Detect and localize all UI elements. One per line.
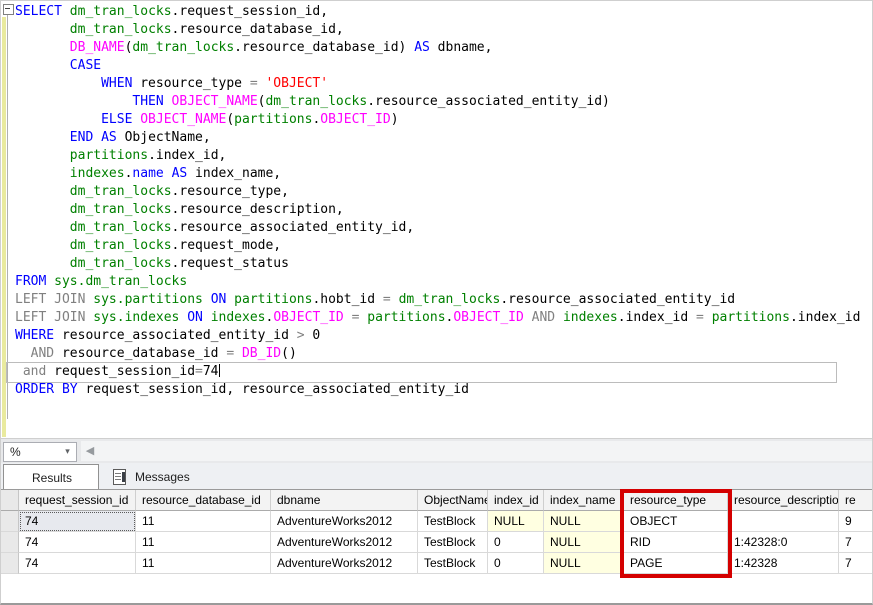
code-line: AND resource_database_id = DB_ID() bbox=[15, 345, 860, 363]
code-line: dm_tran_locks.request_mode, bbox=[15, 237, 860, 255]
code-line: END AS ObjectName, bbox=[15, 129, 860, 147]
grid-cell[interactable]: AdventureWorks2012 bbox=[271, 553, 418, 574]
code-line: ORDER BY request_session_id, resource_as… bbox=[15, 381, 860, 399]
grid-cell[interactable]: PAGE bbox=[624, 553, 728, 574]
grid-cell[interactable]: 11 bbox=[136, 532, 271, 553]
chevron-down-icon[interactable]: ▾ bbox=[61, 444, 74, 458]
grid-column-header[interactable] bbox=[1, 490, 19, 511]
tab-messages[interactable]: Messages bbox=[101, 464, 221, 489]
code-line: and request_session_id=74 bbox=[15, 363, 860, 381]
grid-cell[interactable]: TestBlock bbox=[418, 532, 488, 553]
code-line: dm_tran_locks.resource_type, bbox=[15, 183, 860, 201]
grid-row: 7411AdventureWorks2012TestBlockNULLNULLO… bbox=[1, 511, 873, 532]
code-line: ELSE OBJECT_NAME(partitions.OBJECT_ID) bbox=[15, 111, 860, 129]
code-line: dm_tran_locks.resource_database_id, bbox=[15, 21, 860, 39]
grid-column-header[interactable]: resource_type bbox=[624, 490, 728, 511]
scroll-left-icon[interactable]: ◀ bbox=[83, 443, 97, 459]
row-selector[interactable] bbox=[1, 532, 19, 553]
results-tab-bar: Results Messages bbox=[1, 463, 873, 489]
grid-cell[interactable]: 7 bbox=[839, 532, 873, 553]
code-line: FROM sys.dm_tran_locks bbox=[15, 273, 860, 291]
code-line: WHERE resource_associated_entity_id > 0 bbox=[15, 327, 860, 345]
grid-cell[interactable]: TestBlock bbox=[418, 511, 488, 532]
text-caret bbox=[219, 364, 220, 377]
grid-cell[interactable]: 9 bbox=[839, 511, 873, 532]
grid-cell[interactable]: NULL bbox=[544, 553, 624, 574]
grid-cell[interactable]: OBJECT bbox=[624, 511, 728, 532]
grid-cell[interactable]: AdventureWorks2012 bbox=[271, 532, 418, 553]
grid-column-header[interactable]: index_id bbox=[488, 490, 544, 511]
grid-header-row: request_session_idresource_database_iddb… bbox=[1, 490, 873, 511]
change-tracking-margin bbox=[2, 17, 6, 437]
row-selector[interactable] bbox=[1, 553, 19, 574]
grid-cell[interactable]: NULL bbox=[488, 511, 544, 532]
ssms-query-window: SELECT dm_tran_locks.request_session_id,… bbox=[0, 0, 873, 605]
grid-cell[interactable]: 74 bbox=[19, 532, 136, 553]
grid-column-header[interactable]: resource_database_id bbox=[136, 490, 271, 511]
code-line: LEFT JOIN sys.indexes ON indexes.OBJECT_… bbox=[15, 309, 860, 327]
grid-cell[interactable]: 74 bbox=[19, 553, 136, 574]
grid-cell[interactable]: NULL bbox=[544, 532, 624, 553]
results-grid: request_session_idresource_database_iddb… bbox=[1, 489, 873, 605]
code-line: DB_NAME(dm_tran_locks.resource_database_… bbox=[15, 39, 860, 57]
tab-results[interactable]: Results bbox=[3, 464, 99, 489]
row-selector[interactable] bbox=[1, 511, 19, 532]
grid-cell[interactable]: 1:42328:0 bbox=[728, 532, 839, 553]
code-line: dm_tran_locks.request_status bbox=[15, 255, 860, 273]
grid-cell[interactable]: 11 bbox=[136, 511, 271, 532]
editor-zoom-select[interactable]: % ▾ bbox=[3, 442, 77, 462]
code-line: SELECT dm_tran_locks.request_session_id, bbox=[15, 3, 860, 21]
messages-icon bbox=[113, 469, 126, 485]
editor-status-row: % ▾ ◀ bbox=[1, 438, 873, 464]
grid-cell[interactable]: TestBlock bbox=[418, 553, 488, 574]
code-line: dm_tran_locks.resource_associated_entity… bbox=[15, 219, 860, 237]
fold-guide-line bbox=[7, 15, 8, 419]
grid-cell[interactable]: 11 bbox=[136, 553, 271, 574]
grid-column-header[interactable]: resource_description bbox=[728, 490, 839, 511]
sql-code: SELECT dm_tran_locks.request_session_id,… bbox=[15, 3, 860, 399]
grid-cell[interactable]: RID bbox=[624, 532, 728, 553]
code-line: partitions.index_id, bbox=[15, 147, 860, 165]
grid-cell[interactable]: AdventureWorks2012 bbox=[271, 511, 418, 532]
grid-cell[interactable] bbox=[728, 511, 839, 532]
grid-column-header[interactable]: request_session_id bbox=[19, 490, 136, 511]
code-line: WHEN resource_type = 'OBJECT' bbox=[15, 75, 860, 93]
grid-column-header[interactable]: re bbox=[839, 490, 873, 511]
grid-column-header[interactable]: ObjectName bbox=[418, 490, 488, 511]
code-line: LEFT JOIN sys.partitions ON partitions.h… bbox=[15, 291, 860, 309]
code-line: CASE bbox=[15, 57, 860, 75]
grid-row: 7411AdventureWorks2012TestBlock0NULLRID1… bbox=[1, 532, 873, 553]
code-line: indexes.name AS index_name, bbox=[15, 165, 860, 183]
code-line: dm_tran_locks.resource_description, bbox=[15, 201, 860, 219]
grid-column-header[interactable]: dbname bbox=[271, 490, 418, 511]
horizontal-scrollbar[interactable]: ◀ bbox=[81, 441, 873, 461]
collapse-region-icon[interactable] bbox=[3, 4, 14, 15]
grid-cell[interactable]: NULL bbox=[544, 511, 624, 532]
grid-cell[interactable]: 7 bbox=[839, 553, 873, 574]
code-line: THEN OBJECT_NAME(dm_tran_locks.resource_… bbox=[15, 93, 860, 111]
grid-cell[interactable]: 1:42328 bbox=[728, 553, 839, 574]
grid-cell[interactable]: 0 bbox=[488, 532, 544, 553]
grid-column-header[interactable]: index_name bbox=[544, 490, 624, 511]
grid-cell[interactable]: 74 bbox=[19, 511, 136, 532]
sql-editor[interactable]: SELECT dm_tran_locks.request_session_id,… bbox=[1, 1, 873, 438]
zoom-value: % bbox=[10, 445, 21, 459]
grid-cell[interactable]: 0 bbox=[488, 553, 544, 574]
grid-row: 7411AdventureWorks2012TestBlock0NULLPAGE… bbox=[1, 553, 873, 574]
